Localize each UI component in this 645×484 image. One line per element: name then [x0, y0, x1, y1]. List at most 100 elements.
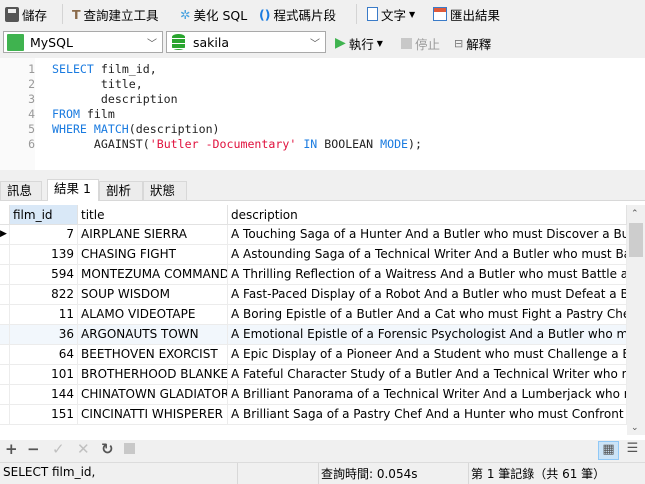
stop-icon[interactable]: [124, 443, 135, 454]
beautify-sql-button[interactable]: ✲ 美化 SQL: [180, 4, 247, 24]
row-selector[interactable]: [0, 285, 10, 305]
row-selector[interactable]: [0, 365, 10, 385]
code-line[interactable]: description: [52, 92, 178, 106]
table-row[interactable]: 151 CINCINATTI WHISPERER A Brilliant Saga …: [0, 405, 627, 425]
table-row[interactable]: 822 SOUP WISDOM A Fast-Paced Display of a …: [0, 285, 627, 305]
export-results-button[interactable]: 匯出結果: [433, 4, 500, 24]
status-query-time: 查詢時間: 0.054s: [321, 467, 418, 481]
save-button[interactable]: 儲存: [5, 4, 47, 24]
cell-title[interactable]: SOUP WISDOM: [78, 285, 228, 305]
cell-description[interactable]: A Fateful Character Study of a Butler An…: [228, 365, 627, 385]
row-selector[interactable]: [0, 245, 10, 265]
table-row[interactable]: 11 ALAMO VIDEOTAPE A Boring Epistle of a B…: [0, 305, 627, 325]
save-icon: [5, 6, 19, 22]
row-selector[interactable]: [0, 265, 10, 285]
grid-view-icon[interactable]: ▦: [598, 441, 619, 460]
column-header-title[interactable]: title: [78, 205, 228, 225]
row-selector[interactable]: [0, 325, 10, 345]
table-row[interactable]: 139 CHASING FIGHT A Astounding Saga of a T…: [0, 245, 627, 265]
database-select[interactable]: sakila ﹀: [166, 31, 326, 53]
scroll-up-icon[interactable]: ⌃: [631, 209, 639, 219]
cell-title[interactable]: CHINATOWN GLADIATOR: [78, 385, 228, 405]
tab-result-1[interactable]: 結果 1: [47, 179, 99, 202]
cell-film-id[interactable]: 7: [10, 225, 78, 245]
cell-title[interactable]: ALAMO VIDEOTAPE: [78, 305, 228, 325]
cell-title[interactable]: BEETHOVEN EXORCIST: [78, 345, 228, 365]
row-selector[interactable]: [0, 305, 10, 325]
form-view-icon[interactable]: ☰: [623, 441, 642, 460]
cell-film-id[interactable]: 64: [10, 345, 78, 365]
cell-film-id[interactable]: 101: [10, 365, 78, 385]
scrollbar-thumb[interactable]: [629, 223, 643, 257]
line-number: 2: [28, 77, 35, 91]
cell-title[interactable]: CINCINATTI WHISPERER: [78, 405, 228, 425]
cell-film-id[interactable]: 139: [10, 245, 78, 265]
cell-description[interactable]: A Thrilling Reflection of a Waitress And…: [228, 265, 627, 285]
current-row-indicator-icon[interactable]: ▶: [0, 225, 10, 245]
discard-x-icon[interactable]: ✕: [77, 440, 90, 458]
code-line[interactable]: SELECT film_id,: [52, 62, 157, 76]
cell-title[interactable]: MONTEZUMA COMMAND: [78, 265, 228, 285]
cell-description[interactable]: A Astounding Saga of a Technical Writer …: [228, 245, 627, 265]
cell-description[interactable]: A Brilliant Saga of a Pastry Chef And a …: [228, 405, 627, 425]
cell-description[interactable]: A Brilliant Panorama of a Technical Writ…: [228, 385, 627, 405]
cell-description[interactable]: A Boring Epistle of a Butler And a Cat w…: [228, 305, 627, 325]
add-record-icon[interactable]: +: [5, 440, 18, 458]
cell-film-id[interactable]: 594: [10, 265, 78, 285]
cell-title[interactable]: CHASING FIGHT: [78, 245, 228, 265]
tab-messages[interactable]: 訊息: [0, 181, 42, 201]
code-line[interactable]: AGAINST('Butler -Documentary' IN BOOLEAN…: [52, 137, 422, 151]
delete-record-icon[interactable]: −: [27, 440, 40, 458]
hammer-icon: T: [72, 6, 81, 22]
sql-keyword: IN: [303, 137, 318, 151]
cell-film-id[interactable]: 144: [10, 385, 78, 405]
sql-text: film: [86, 107, 115, 121]
cell-film-id[interactable]: 151: [10, 405, 78, 425]
cell-description[interactable]: A Epic Display of a Pioneer And a Studen…: [228, 345, 627, 365]
line-number: 5: [28, 122, 35, 136]
column-header-film-id[interactable]: film_id: [10, 205, 78, 225]
cell-title[interactable]: ARGONAUTS TOWN: [78, 325, 228, 345]
export-table-icon: [433, 7, 447, 21]
sql-keyword: SELECT: [52, 62, 101, 76]
tab-status[interactable]: 狀態: [143, 181, 187, 201]
cell-film-id[interactable]: 36: [10, 325, 78, 345]
text-button[interactable]: 文字 ▼: [367, 4, 415, 24]
table-row[interactable]: 594 MONTEZUMA COMMAND A Thrilling Reflecti…: [0, 265, 627, 285]
table-row[interactable]: 64 BEETHOVEN EXORCIST A Epic Display of a …: [0, 345, 627, 365]
cell-title[interactable]: AIRPLANE SIERRA: [78, 225, 228, 245]
sql-string: 'Butler -Documentary': [149, 137, 297, 151]
column-header-description[interactable]: description: [228, 205, 627, 225]
document-icon: [367, 7, 378, 21]
cell-film-id[interactable]: 822: [10, 285, 78, 305]
code-line[interactable]: WHERE MATCH(description): [52, 122, 220, 136]
code-line[interactable]: FROM film: [52, 107, 115, 121]
query-builder-button[interactable]: T 查詢建立工具: [72, 4, 159, 24]
row-selector[interactable]: [0, 405, 10, 425]
cell-description[interactable]: A Fast-Paced Display of a Robot And a Bu…: [228, 285, 627, 305]
table-row[interactable]: 144 CHINATOWN GLADIATOR A Brilliant Panora…: [0, 385, 627, 405]
code-snippet-button[interactable]: () 程式碼片段: [259, 4, 336, 24]
tab-profile[interactable]: 剖析: [99, 181, 143, 201]
table-row[interactable]: ▶ 7 AIRPLANE SIERRA A Touching Saga of a Hu…: [0, 225, 627, 245]
vertical-scrollbar[interactable]: ⌃ ⌄: [627, 205, 645, 435]
stop-button[interactable]: 停止: [401, 33, 440, 53]
row-selector[interactable]: [0, 385, 10, 405]
dropdown-arrow-icon: ▼: [409, 9, 416, 19]
code-line[interactable]: title,: [52, 77, 143, 91]
table-row[interactable]: 101 BROTHERHOOD BLANKET A Fateful Characte…: [0, 365, 627, 385]
explain-button[interactable]: ⊟ 解釋: [454, 33, 491, 53]
cell-description[interactable]: A Touching Saga of a Hunter And a Butler…: [228, 225, 627, 245]
run-button[interactable]: ▶ 執行 ▼: [335, 33, 383, 53]
table-row[interactable]: 36 ARGONAUTS TOWN A Emotional Epistle of a…: [0, 325, 627, 345]
refresh-icon[interactable]: ↻: [101, 440, 114, 458]
apply-check-icon[interactable]: ✓: [52, 440, 65, 458]
sql-editor[interactable]: 1 SELECT film_id, 2 title, 3 description 4 FR…: [0, 58, 645, 170]
cell-title[interactable]: BROTHERHOOD BLANKET: [78, 365, 228, 385]
parentheses-icon: (): [259, 6, 271, 22]
row-selector[interactable]: [0, 345, 10, 365]
cell-description[interactable]: A Emotional Epistle of a Forensic Psycho…: [228, 325, 627, 345]
scroll-down-icon[interactable]: ⌄: [631, 423, 639, 433]
connection-select[interactable]: MySQL ﹀: [3, 31, 163, 53]
cell-film-id[interactable]: 11: [10, 305, 78, 325]
